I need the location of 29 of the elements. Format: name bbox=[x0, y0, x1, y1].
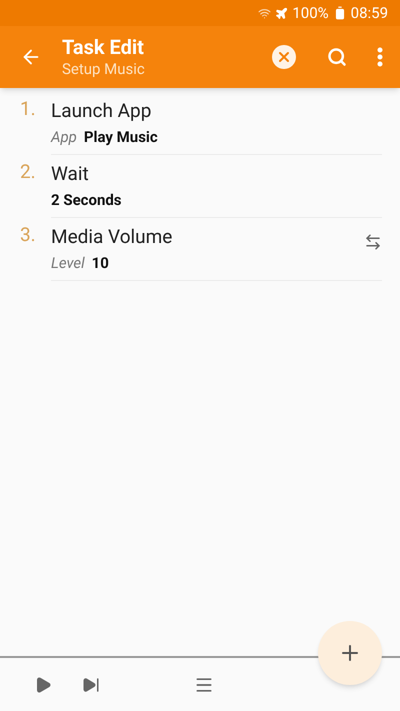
search-icon bbox=[327, 47, 347, 67]
action-number: 3. bbox=[20, 222, 37, 248]
clock: 08:59 bbox=[350, 2, 388, 24]
window-subtitle: Setup Music bbox=[62, 59, 146, 79]
wifi-icon bbox=[258, 6, 272, 20]
play-icon bbox=[34, 676, 52, 694]
action-name: Wait bbox=[51, 161, 90, 187]
more-options-icon bbox=[377, 47, 383, 67]
param-value: 10 bbox=[92, 253, 109, 274]
action-row[interactable]: 1. Launch App App Play Music bbox=[0, 92, 400, 155]
param-label: Level bbox=[51, 253, 85, 274]
skip-button[interactable] bbox=[82, 676, 100, 694]
action-row[interactable]: 2. Wait 2 Seconds bbox=[0, 155, 400, 218]
airplane-icon bbox=[275, 6, 288, 20]
action-name: Launch App bbox=[51, 98, 152, 124]
action-name: Media Volume bbox=[51, 224, 174, 250]
action-row[interactable]: 3. Media Volume Level 10 bbox=[0, 218, 400, 281]
swap-icon[interactable] bbox=[364, 233, 382, 251]
close-icon bbox=[276, 49, 292, 65]
window-title: Task Edit bbox=[62, 35, 145, 59]
param-value: Play Music bbox=[84, 127, 158, 148]
param-value: 2 Seconds bbox=[51, 190, 122, 211]
param-label: App bbox=[51, 127, 77, 148]
play-button[interactable] bbox=[34, 676, 52, 694]
clear-button[interactable] bbox=[272, 45, 296, 69]
battery-level: 100% bbox=[292, 2, 329, 24]
action-number: 2. bbox=[20, 159, 37, 185]
skip-icon bbox=[82, 676, 100, 694]
action-number: 1. bbox=[20, 96, 37, 122]
